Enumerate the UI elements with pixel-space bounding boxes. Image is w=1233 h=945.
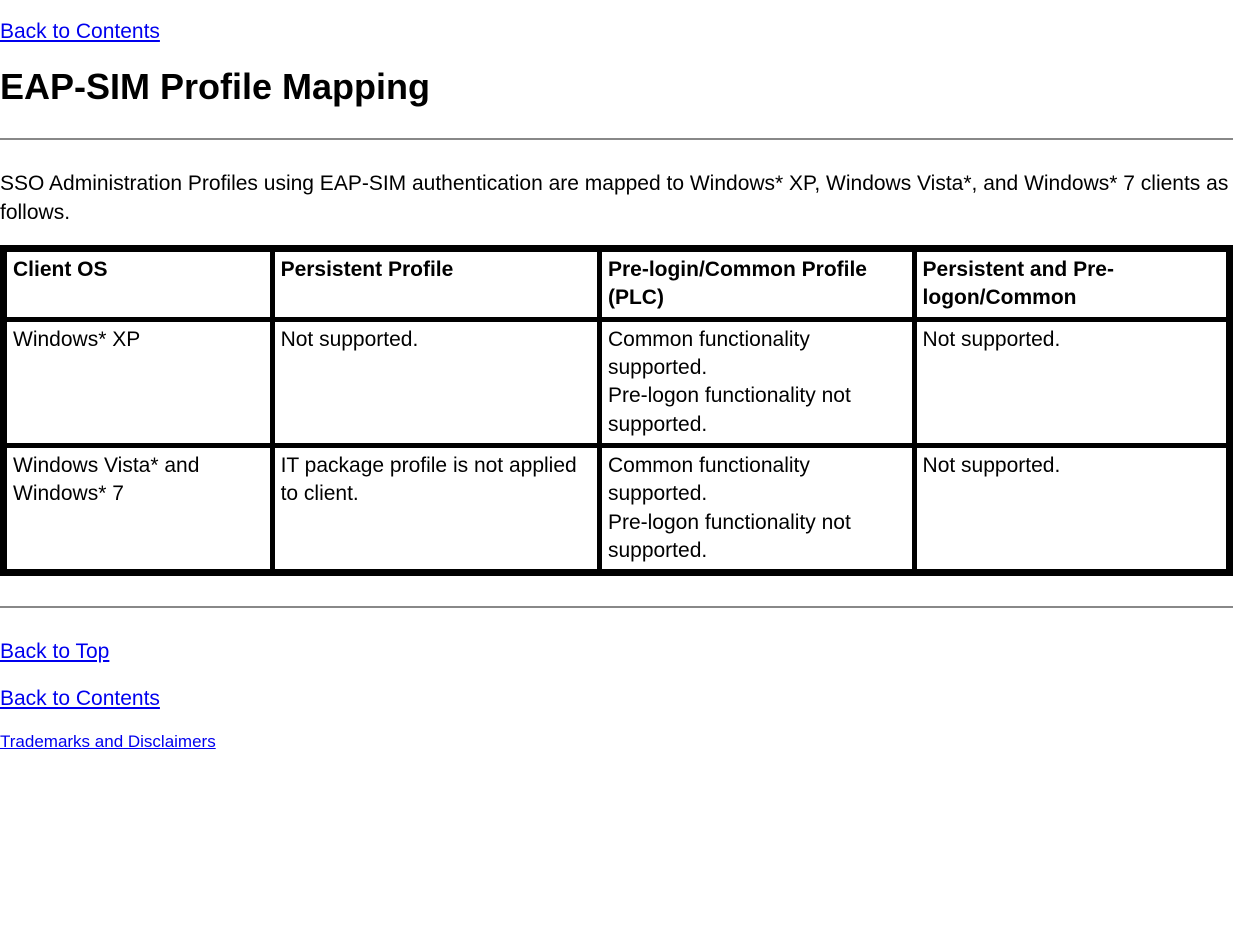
cell-line: Pre-logon functionality not supported.	[608, 511, 851, 562]
table-cell: Not supported.	[916, 321, 1227, 444]
table-header-row: Client OS Persistent Profile Pre-login/C…	[6, 251, 1227, 318]
trademarks-link[interactable]: Trademarks and Disclaimers	[0, 732, 216, 751]
divider	[0, 138, 1233, 140]
cell-line: Common functionality supported.	[608, 328, 810, 379]
table-header-col1: Persistent Profile	[274, 251, 598, 318]
table-cell: Not supported.	[274, 321, 598, 444]
table-cell: Common functionality supported. Pre-logo…	[601, 321, 913, 444]
table-cell: IT package profile is not applied to cli…	[274, 447, 598, 570]
back-to-contents-link-bottom[interactable]: Back to Contents	[0, 687, 160, 710]
table-cell: Not supported.	[916, 447, 1227, 570]
table-cell: Windows Vista* and Windows* 7	[6, 447, 271, 570]
divider	[0, 606, 1233, 608]
table-row: Windows* XP Not supported. Common functi…	[6, 321, 1227, 444]
back-to-top-link[interactable]: Back to Top	[0, 640, 109, 663]
intro-paragraph: SSO Administration Profiles using EAP-SI…	[0, 170, 1233, 227]
table-cell: Windows* XP	[6, 321, 271, 444]
table-header-col2: Pre-login/Common Profile (PLC)	[601, 251, 913, 318]
mapping-table: Client OS Persistent Profile Pre-login/C…	[0, 245, 1233, 576]
table-header-col0: Client OS	[6, 251, 271, 318]
back-to-contents-link-top[interactable]: Back to Contents	[0, 20, 160, 43]
table-cell: Common functionality supported. Pre-logo…	[601, 447, 913, 570]
page-title: EAP-SIM Profile Mapping	[0, 66, 1233, 108]
table-row: Windows Vista* and Windows* 7 IT package…	[6, 447, 1227, 570]
cell-line: Pre-logon functionality not supported.	[608, 384, 851, 435]
table-header-col3: Persistent and Pre-logon/Common	[916, 251, 1227, 318]
cell-line: Common functionality supported.	[608, 454, 810, 505]
